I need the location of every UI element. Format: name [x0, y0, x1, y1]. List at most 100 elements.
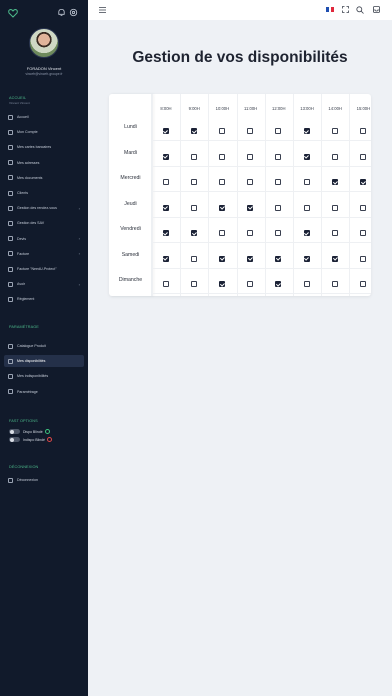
checkbox-unchecked[interactable]: [162, 179, 169, 185]
checkbox-checked[interactable]: [218, 255, 225, 262]
checkbox-checked[interactable]: [218, 204, 225, 211]
checkbox-unchecked[interactable]: [359, 255, 366, 262]
checkbox-checked[interactable]: [218, 281, 225, 287]
checkbox-checked[interactable]: [359, 179, 366, 185]
checkbox-unchecked[interactable]: [275, 153, 282, 160]
checkbox-checked[interactable]: [275, 281, 282, 287]
checkbox-unchecked[interactable]: [303, 281, 310, 287]
checkbox-unchecked[interactable]: [359, 128, 366, 134]
sidebar-item-param[interactable]: Mes indisponibilités: [4, 370, 84, 382]
search-icon[interactable]: [356, 6, 364, 14]
checkbox-unchecked[interactable]: [218, 128, 225, 134]
menu-item-icon: [8, 160, 13, 166]
checkbox-unchecked[interactable]: [359, 230, 366, 236]
sidebar-item[interactable]: Mes adresses: [4, 157, 84, 169]
checkbox-unchecked[interactable]: [218, 230, 225, 236]
menu-icon[interactable]: [99, 7, 106, 13]
checkbox-unchecked[interactable]: [247, 281, 254, 287]
sidebar-item[interactable]: Gestion des SAV: [4, 217, 84, 229]
sidebar-item[interactable]: Mes documents: [4, 172, 84, 184]
checkbox-unchecked[interactable]: [331, 128, 338, 134]
checkbox-unchecked[interactable]: [331, 230, 338, 236]
avatar[interactable]: [29, 28, 59, 58]
checkbox-unchecked[interactable]: [275, 230, 282, 236]
checkbox-checked[interactable]: [275, 255, 282, 262]
logo-icon[interactable]: [8, 8, 18, 18]
grid-column-divider: [321, 94, 323, 296]
checkbox-checked[interactable]: [247, 255, 254, 262]
checkbox-unchecked[interactable]: [275, 128, 282, 134]
checkbox-checked[interactable]: [331, 255, 338, 262]
sidebar-item[interactable]: Mon Compte: [4, 126, 84, 138]
checkbox-unchecked[interactable]: [162, 281, 169, 287]
sidebar-item[interactable]: Devis ›: [4, 233, 84, 245]
checkbox-unchecked[interactable]: [247, 230, 254, 236]
checkbox-unchecked[interactable]: [331, 153, 338, 160]
checkbox-unchecked[interactable]: [359, 204, 366, 211]
day-label: Jeudi: [124, 200, 137, 207]
sidebar-item-param[interactable]: Catalogue Produit: [4, 340, 84, 352]
checkbox-checked[interactable]: [303, 230, 310, 236]
fast-option-dispo[interactable]: Dispo Blindé: [9, 429, 50, 434]
sidebar-item-param[interactable]: Paramétrage: [4, 386, 84, 398]
sidebar-item-label: Catalogue Produit: [17, 344, 46, 348]
menu-item-icon: [8, 296, 13, 302]
checkbox-checked[interactable]: [162, 128, 169, 134]
checkbox-unchecked[interactable]: [190, 153, 197, 160]
menu-item-icon: [8, 373, 13, 379]
sidebar-item[interactable]: Accueil: [4, 111, 84, 123]
checkbox-checked[interactable]: [190, 128, 197, 134]
bell-icon[interactable]: [57, 8, 66, 17]
checkbox-unchecked[interactable]: [190, 281, 197, 287]
checkbox-unchecked[interactable]: [218, 179, 225, 185]
checkbox-unchecked[interactable]: [218, 153, 225, 160]
sidebar-item[interactable]: Facture ›: [4, 248, 84, 260]
checkbox-unchecked[interactable]: [190, 179, 197, 185]
tray-icon[interactable]: [373, 6, 380, 13]
checkbox-checked[interactable]: [303, 153, 310, 160]
checkbox-unchecked[interactable]: [303, 179, 310, 185]
logout-link[interactable]: Déconnexion: [4, 474, 84, 486]
toggle-switch[interactable]: [9, 429, 20, 434]
checkbox-unchecked[interactable]: [359, 153, 366, 160]
grid-row-divider: [152, 191, 371, 192]
checkbox-unchecked[interactable]: [359, 281, 366, 287]
sidebar-item[interactable]: Facture "NeedU-Protect": [4, 263, 84, 275]
checkbox-unchecked[interactable]: [247, 128, 254, 134]
gear-icon[interactable]: [69, 8, 78, 17]
sidebar-item[interactable]: Mes cartes bancaires: [4, 141, 84, 153]
checkbox-checked[interactable]: [162, 153, 169, 160]
sidebar-item[interactable]: Clients: [4, 187, 84, 199]
grid-row-divider: [152, 140, 371, 141]
checkbox-checked[interactable]: [331, 179, 338, 185]
flag-fr-icon[interactable]: [326, 7, 335, 12]
checkbox-unchecked[interactable]: [190, 255, 197, 262]
checkbox-unchecked[interactable]: [303, 204, 310, 211]
fast-option-indispo[interactable]: Indispo Blindé: [9, 437, 52, 442]
checkbox-checked[interactable]: [303, 128, 310, 134]
sidebar-item-param[interactable]: Mes disponibilités: [4, 355, 84, 368]
fullscreen-icon[interactable]: [342, 6, 349, 13]
toggle-switch[interactable]: [9, 437, 20, 442]
checkbox-checked[interactable]: [162, 204, 169, 211]
checkbox-unchecked[interactable]: [190, 204, 197, 211]
sidebar-item[interactable]: Gestion des rendez-vous ›: [4, 202, 84, 214]
sidebar-item[interactable]: Règlement: [4, 293, 84, 305]
menu-item-icon: [8, 175, 13, 181]
checkbox-unchecked[interactable]: [275, 179, 282, 185]
checkbox-checked[interactable]: [162, 230, 169, 236]
checkbox-unchecked[interactable]: [275, 204, 282, 211]
sidebar: FORADON Vincent vincefr@vincefr-groupe.f…: [0, 0, 88, 696]
checkbox-checked[interactable]: [303, 255, 310, 262]
checkbox-unchecked[interactable]: [331, 281, 338, 287]
checkbox-unchecked[interactable]: [331, 204, 338, 211]
checkbox-unchecked[interactable]: [247, 179, 254, 185]
sidebar-item[interactable]: Avoir ›: [4, 278, 84, 290]
fast-option-label: Indispo Blindé: [23, 437, 45, 442]
checkbox-unchecked[interactable]: [247, 153, 254, 160]
checkbox-checked[interactable]: [162, 255, 169, 262]
ban-circle-icon: [47, 437, 52, 442]
day-label: Mercredi: [120, 175, 141, 181]
checkbox-checked[interactable]: [190, 230, 197, 236]
checkbox-checked[interactable]: [247, 204, 254, 211]
